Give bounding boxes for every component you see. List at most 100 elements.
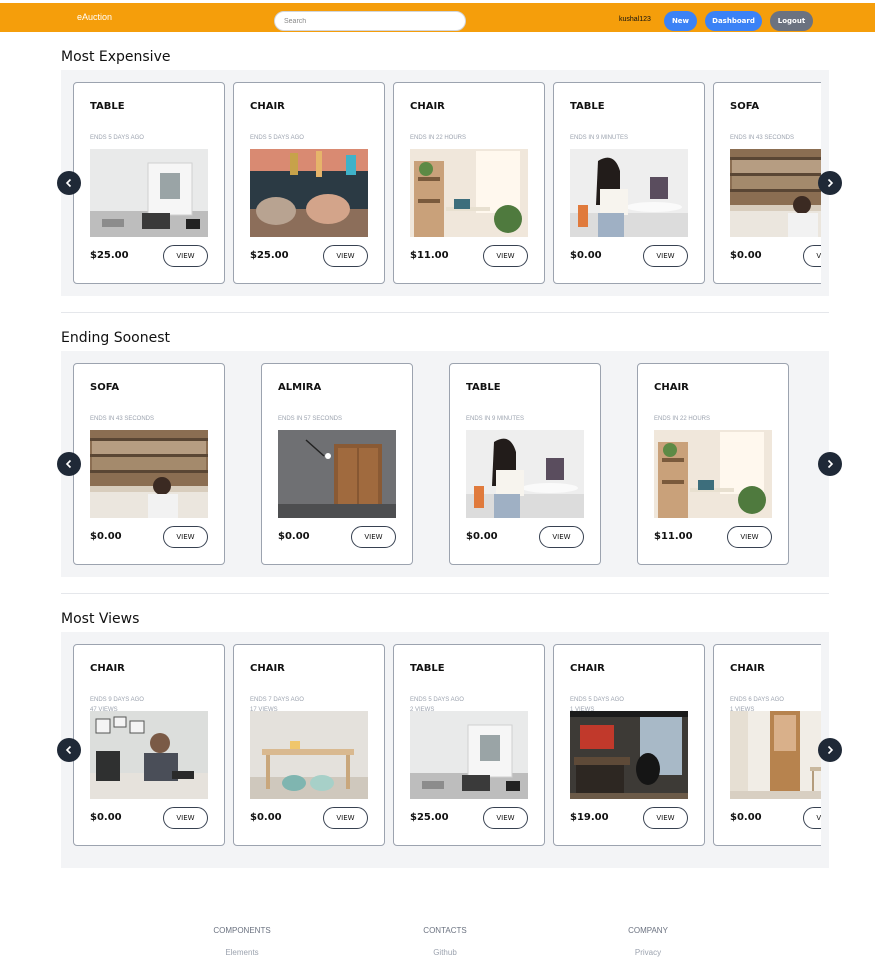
- auction-card: CHAIRENDS 6 DAYS AGO1 VIEWS$0.00VIEW: [713, 644, 821, 846]
- card-meta: ENDS IN 22 HOURS: [410, 133, 466, 143]
- chevron-left-icon: [65, 178, 72, 188]
- product-image[interactable]: [90, 711, 208, 799]
- home-office-window-photo: [654, 430, 772, 518]
- section-title-most-views: Most Views: [61, 611, 140, 627]
- card-title: CHAIR: [570, 663, 605, 674]
- card-title: CHAIR: [90, 663, 125, 674]
- auction-card: ALMIRA ENDS IN 57 SECONDS $0.00 VIEW: [261, 363, 413, 565]
- card-ends: ENDS IN 9 MINUTES: [570, 135, 629, 141]
- view-button[interactable]: VIEW: [483, 245, 528, 267]
- card-ends: ENDS IN 43 SECONDS: [730, 135, 795, 141]
- product-image[interactable]: [466, 430, 584, 518]
- product-image[interactable]: [90, 149, 208, 237]
- section-divider: [61, 593, 829, 594]
- card-price: $0.00: [730, 250, 762, 261]
- product-image[interactable]: [410, 149, 528, 237]
- product-image[interactable]: [570, 149, 688, 237]
- product-image[interactable]: [278, 430, 396, 518]
- view-button[interactable]: VIEW: [323, 245, 368, 267]
- card-ends: ENDS 5 DAYS AGO: [250, 135, 304, 141]
- card-ends: ENDS 5 DAYS AGO: [410, 697, 464, 703]
- chevron-left-icon: [65, 459, 72, 469]
- dashboard-button[interactable]: Dashboard: [705, 11, 762, 31]
- card-title: SOFA: [730, 101, 760, 112]
- view-button[interactable]: VIEW: [163, 245, 208, 267]
- footer-link-elements[interactable]: Elements: [182, 948, 302, 957]
- auction-card: CHAIR ENDS IN 22 HOURS $11.00 VIEW: [393, 82, 545, 284]
- logout-button[interactable]: Logout: [770, 11, 813, 31]
- carousel-most-expensive: TABLE ENDS 5 DAYS AGO $25.00 VIEW CHAIR ENDS…: [61, 70, 829, 296]
- card-title: CHAIR: [250, 101, 285, 112]
- product-image[interactable]: [730, 149, 821, 237]
- brand-logo[interactable]: eAuction: [77, 12, 112, 22]
- view-button[interactable]: VIEW: [803, 807, 821, 829]
- card-title: TABLE: [466, 382, 501, 393]
- view-button[interactable]: VIEW: [727, 526, 772, 548]
- carousel-prev-button[interactable]: [57, 738, 81, 762]
- carousel-next-button[interactable]: [818, 738, 842, 762]
- view-button[interactable]: VIEW: [643, 245, 688, 267]
- view-button[interactable]: VIEW: [539, 526, 584, 548]
- card-ends: ENDS 9 DAYS AGO: [90, 697, 144, 703]
- carousel-next-button[interactable]: [818, 171, 842, 195]
- card-ends: ENDS 6 DAYS AGO: [730, 697, 784, 703]
- product-image[interactable]: [730, 711, 821, 799]
- kids-table-photo: [250, 711, 368, 799]
- auction-card: CHAIR ENDS 5 DAYS AGO $25.00 VIEW: [233, 82, 385, 284]
- view-button[interactable]: VIEW: [483, 807, 528, 829]
- card-ends: ENDS IN 9 MINUTES: [466, 416, 525, 422]
- view-button[interactable]: VIEW: [643, 807, 688, 829]
- card-title: TABLE: [410, 663, 445, 674]
- product-image[interactable]: [250, 711, 368, 799]
- card-ends: ENDS IN 22 HOURS: [654, 416, 711, 422]
- search-input[interactable]: [274, 11, 466, 31]
- auction-card: TABLE ENDS IN 9 MINUTES $0.00 VIEW: [449, 363, 601, 565]
- card-meta: ENDS IN 9 MINUTES: [570, 133, 628, 143]
- card-price: $0.00: [250, 812, 282, 823]
- view-button[interactable]: VIEW: [803, 245, 821, 267]
- auction-card: TABLE ENDS 5 DAYS AGO $25.00 VIEW: [73, 82, 225, 284]
- library-man-photo: [730, 149, 821, 237]
- card-price: $0.00: [466, 531, 498, 542]
- view-button[interactable]: VIEW: [323, 807, 368, 829]
- product-image[interactable]: [654, 430, 772, 518]
- product-image[interactable]: [250, 149, 368, 237]
- footer-heading: COMPONENTS: [213, 926, 271, 935]
- card-title: SOFA: [90, 382, 120, 393]
- section-title-ending-soonest: Ending Soonest: [61, 330, 170, 346]
- card-meta: ENDS IN 22 HOURS: [654, 414, 710, 424]
- footer-link-github[interactable]: Github: [385, 948, 505, 957]
- lounge-chairs-photo: [250, 149, 368, 237]
- card-title: ALMIRA: [278, 382, 322, 393]
- view-button[interactable]: VIEW: [163, 526, 208, 548]
- new-button[interactable]: New: [664, 11, 697, 31]
- card-price: $0.00: [90, 812, 122, 823]
- card-price: $25.00: [250, 250, 289, 261]
- card-price: $11.00: [654, 531, 693, 542]
- card-meta: ENDS IN 9 MINUTES: [466, 414, 524, 424]
- product-image[interactable]: [90, 430, 208, 518]
- card-price: $0.00: [90, 531, 122, 542]
- view-button[interactable]: VIEW: [351, 526, 396, 548]
- product-image[interactable]: [570, 711, 688, 799]
- footer-link-privacy[interactable]: Privacy: [588, 948, 708, 957]
- footer-column-company: COMPANY Privacy: [588, 926, 708, 957]
- card-price: $0.00: [730, 812, 762, 823]
- card-price: $25.00: [410, 812, 449, 823]
- card-ends: ENDS 5 DAYS AGO: [90, 135, 144, 141]
- carousel-prev-button[interactable]: [57, 452, 81, 476]
- card-title: CHAIR: [730, 663, 765, 674]
- username: kushal123: [619, 16, 651, 23]
- view-button[interactable]: VIEW: [163, 807, 208, 829]
- home-office-window-photo: [410, 149, 528, 237]
- carousel-prev-button[interactable]: [57, 171, 81, 195]
- chevron-right-icon: [827, 459, 834, 469]
- card-price: $0.00: [570, 250, 602, 261]
- card-title: CHAIR: [410, 101, 445, 112]
- chevron-right-icon: [827, 745, 834, 755]
- card-ends: ENDS IN 57 SECONDS: [278, 416, 343, 422]
- carousel-next-button[interactable]: [818, 452, 842, 476]
- auction-card: SOFA ENDS IN 43 SECONDS $0.00 VIEW: [713, 82, 821, 284]
- carousel-viewport: TABLE ENDS 5 DAYS AGO $25.00 VIEW CHAIR ENDS…: [73, 82, 821, 285]
- product-image[interactable]: [410, 711, 528, 799]
